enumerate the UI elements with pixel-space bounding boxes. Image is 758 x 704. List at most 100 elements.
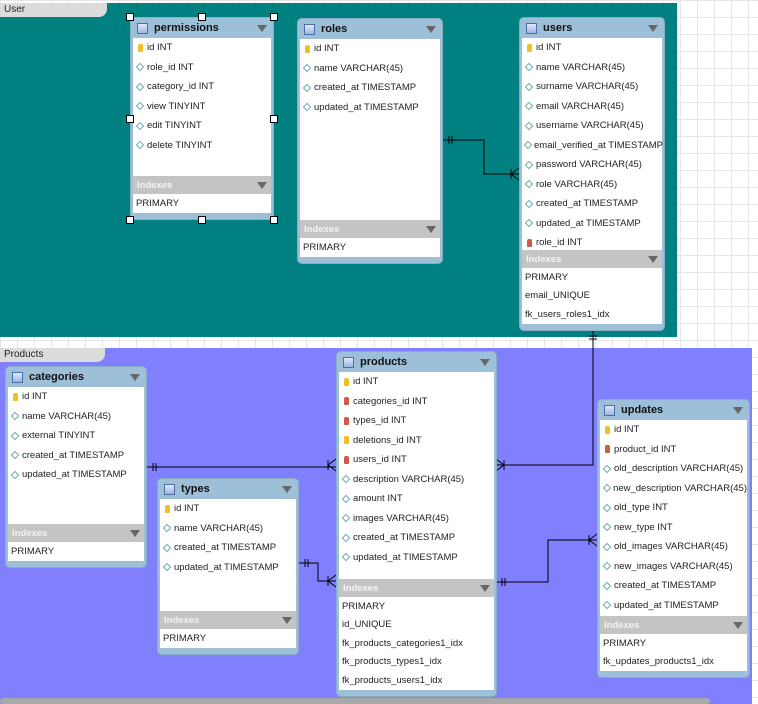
collapse-arrow-icon[interactable] [130, 373, 140, 381]
table-users[interactable]: users id INT name VARCHAR(45) surname VARC… [519, 17, 665, 331]
column-row[interactable]: created_at TIMESTAMP [8, 446, 144, 466]
table-products[interactable]: products id INT categories_id INT types_id… [336, 351, 497, 697]
collapse-arrow-icon[interactable] [426, 225, 436, 233]
collapse-arrow-icon[interactable] [480, 358, 490, 366]
index-row[interactable]: PRIMARY [8, 542, 144, 561]
table-types[interactable]: types id INT name VARCHAR(45) created_at T… [157, 478, 299, 655]
indexes-header[interactable]: Indexes [8, 524, 144, 542]
indexes-header[interactable]: Indexes [300, 220, 440, 238]
resize-handle[interactable] [270, 13, 278, 21]
column-row[interactable]: external TINYINT [8, 426, 144, 446]
collapse-arrow-icon[interactable] [648, 24, 658, 32]
index-row[interactable]: fk_products_users1_idx [339, 671, 494, 690]
column-row[interactable]: id INT [339, 372, 494, 392]
column-row[interactable]: old_images VARCHAR(45) [600, 537, 747, 557]
resize-handle[interactable] [126, 114, 134, 123]
column-row[interactable]: view TINYINT [133, 97, 271, 117]
resize-handle[interactable] [126, 13, 134, 21]
collapse-arrow-icon[interactable] [282, 616, 292, 624]
column-row[interactable]: edit TINYINT [133, 116, 271, 136]
column-row[interactable]: email_verified_at TIMESTAMP [522, 136, 663, 156]
column-row[interactable]: created_at TIMESTAMP [522, 194, 662, 214]
column-row[interactable]: surname VARCHAR(45) [522, 77, 662, 97]
resize-handle[interactable] [126, 216, 134, 224]
column-row[interactable]: old_description VARCHAR(45) [600, 459, 747, 479]
resize-handle[interactable] [270, 216, 278, 224]
table-header[interactable]: permissions [133, 18, 271, 38]
column-row[interactable]: updated_at TIMESTAMP [339, 548, 494, 568]
index-row[interactable]: id_UNIQUE [339, 616, 494, 635]
table-header[interactable]: products [339, 352, 494, 372]
column-row[interactable]: images VARCHAR(45) [339, 509, 494, 529]
table-header[interactable]: categories [8, 367, 144, 387]
collapse-arrow-icon[interactable] [282, 485, 292, 493]
resize-handle[interactable] [198, 13, 206, 21]
column-row[interactable]: updated_at TIMESTAMP [300, 98, 440, 118]
column-row[interactable]: name VARCHAR(45) [8, 407, 144, 427]
collapse-arrow-icon[interactable] [130, 529, 140, 537]
column-row[interactable]: email VARCHAR(45) [522, 97, 662, 117]
index-row[interactable]: PRIMARY [600, 634, 747, 653]
horizontal-scrollbar[interactable] [0, 698, 710, 704]
table-updates[interactable]: updates id INT product_id INT old_descript… [597, 399, 750, 678]
column-row[interactable]: username VARCHAR(45) [522, 116, 662, 136]
index-row[interactable]: PRIMARY [300, 238, 440, 257]
column-row[interactable]: amount INT [339, 489, 494, 509]
column-row[interactable]: created_at TIMESTAMP [600, 576, 747, 596]
resize-handle[interactable] [270, 114, 278, 123]
column-row[interactable]: updated_at TIMESTAMP [600, 596, 747, 616]
column-row[interactable]: password VARCHAR(45) [522, 155, 662, 175]
column-row[interactable]: updated_at TIMESTAMP [8, 465, 144, 485]
column-row[interactable]: id INT [133, 38, 271, 58]
column-row[interactable]: new_type INT [600, 518, 747, 538]
column-row[interactable]: id INT [600, 420, 747, 440]
column-row[interactable]: created_at TIMESTAMP [339, 528, 494, 548]
column-row[interactable]: created_at TIMESTAMP [160, 538, 296, 558]
column-row[interactable]: updated_at TIMESTAMP [160, 558, 296, 578]
index-row[interactable]: PRIMARY [160, 629, 296, 648]
column-row[interactable]: id INT [300, 39, 440, 59]
column-row[interactable]: role_id INT [133, 58, 271, 78]
index-row[interactable]: fk_updates_products1_idx [600, 653, 747, 672]
index-row[interactable]: fk_products_types1_idx [339, 653, 494, 672]
column-row[interactable]: old_type INT [600, 498, 747, 518]
collapse-arrow-icon[interactable] [480, 584, 490, 592]
column-row[interactable]: name VARCHAR(45) [522, 58, 662, 78]
column-row[interactable]: id INT [8, 387, 144, 407]
collapse-arrow-icon[interactable] [257, 181, 267, 189]
indexes-header[interactable]: Indexes [522, 250, 662, 268]
column-row[interactable]: name VARCHAR(45) [300, 59, 440, 79]
indexes-header[interactable]: Indexes [339, 579, 494, 597]
table-header[interactable]: updates [600, 400, 747, 420]
column-row[interactable]: deletions_id INT [339, 431, 494, 451]
table-header[interactable]: roles [300, 19, 440, 39]
index-row[interactable]: fk_users_roles1_idx [522, 305, 662, 324]
column-row[interactable]: id INT [160, 499, 296, 519]
column-row[interactable]: name VARCHAR(45) [160, 519, 296, 539]
column-row[interactable]: categories_id INT [339, 392, 494, 412]
resize-handle[interactable] [198, 216, 206, 224]
index-row[interactable]: fk_products_categories1_idx [339, 634, 494, 653]
column-row[interactable]: created_at TIMESTAMP [300, 78, 440, 98]
column-row[interactable]: description VARCHAR(45) [339, 470, 494, 490]
table-permissions[interactable]: permissions id INT role_id INT category_id… [130, 17, 274, 220]
collapse-arrow-icon[interactable] [426, 25, 436, 33]
index-row[interactable]: email_UNIQUE [522, 287, 662, 306]
table-categories[interactable]: categories id INT name VARCHAR(45) externa… [5, 366, 147, 568]
collapse-arrow-icon[interactable] [733, 621, 743, 629]
index-row[interactable]: PRIMARY [522, 268, 662, 287]
indexes-header[interactable]: Indexes [160, 611, 296, 629]
index-row[interactable]: PRIMARY [339, 597, 494, 616]
index-row[interactable]: PRIMARY [133, 194, 271, 213]
column-row[interactable]: id INT [522, 38, 662, 58]
column-row[interactable]: product_id INT [600, 440, 747, 460]
collapse-arrow-icon[interactable] [257, 24, 267, 32]
indexes-header[interactable]: Indexes [600, 616, 747, 634]
column-row[interactable]: types_id INT [339, 411, 494, 431]
column-row[interactable]: new_description VARCHAR(45) [600, 479, 747, 499]
table-header[interactable]: users [522, 18, 662, 38]
column-row[interactable]: users_id INT [339, 450, 494, 470]
table-roles[interactable]: roles id INT name VARCHAR(45) created_at T… [297, 18, 443, 264]
column-row[interactable]: updated_at TIMESTAMP [522, 214, 662, 234]
collapse-arrow-icon[interactable] [648, 255, 658, 263]
